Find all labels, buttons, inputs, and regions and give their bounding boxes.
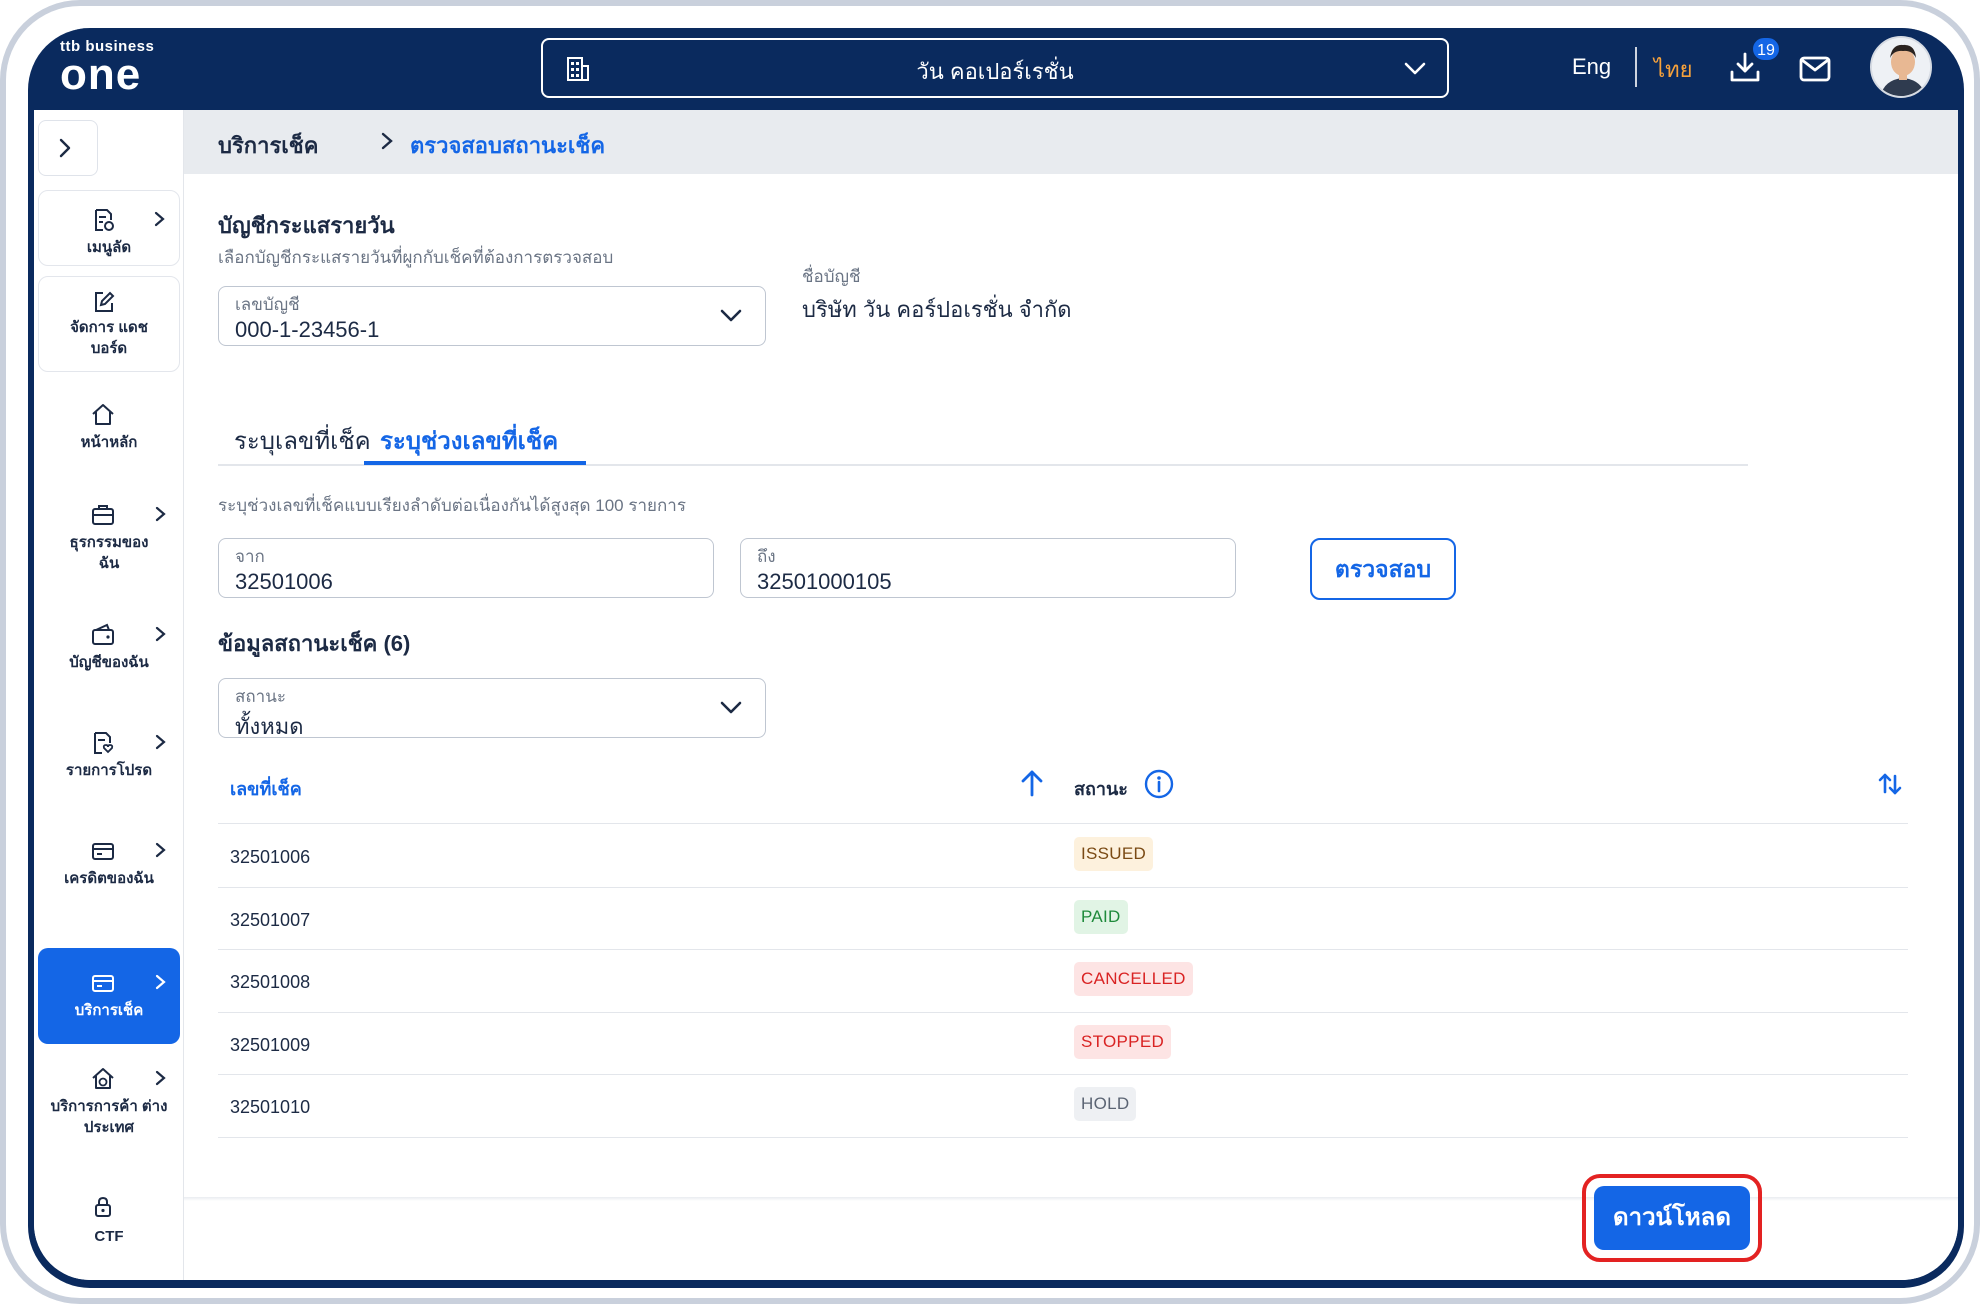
account-number-select[interactable]: เลขบัญชี 000-1-23456-1	[218, 286, 766, 346]
sidebar-expand-button[interactable]	[38, 120, 98, 176]
active-tab-indicator	[364, 461, 586, 465]
sidebar-item-my-transactions[interactable]: ธุรกรรมของ ฉัน	[38, 492, 180, 592]
sidebar-item-home[interactable]: หน้าหลัก	[38, 396, 180, 468]
top-bar: ttb business one วัน คอเปอร์เรชั่น Eng ไ	[34, 28, 1958, 110]
info-icon[interactable]	[1143, 768, 1175, 800]
chevron-down-icon	[720, 309, 742, 322]
chevron-right-icon	[155, 974, 166, 990]
cheque-number: 32501010	[230, 1097, 311, 1117]
table-row[interactable]: 32501007 PAID	[218, 888, 1908, 950]
download-count-badge: 19	[1751, 36, 1781, 62]
company-selector[interactable]: วัน คอเปอร์เรชั่น	[541, 38, 1449, 98]
sidebar-item-shortcut-menu[interactable]: เมนูลัด	[38, 190, 180, 266]
account-name-value: บริษัท วัน คอร์ปอเรชั่น จำกัด	[802, 297, 1072, 322]
verify-button[interactable]: ตรวจสอบ	[1310, 538, 1456, 600]
arrow-up-icon[interactable]	[1018, 768, 1046, 798]
download-button[interactable]: ดาวน์โหลด	[1594, 1186, 1750, 1250]
sidebar: เมนูลัด จัดการ แดชบอร์ด หน้าหลัก ธุรกรรม…	[34, 110, 184, 1280]
device-frame: ttb business one วัน คอเปอร์เรชั่น Eng ไ	[0, 0, 1980, 1304]
screen-bezel: ttb business one วัน คอเปอร์เรชั่น Eng ไ	[28, 28, 1964, 1288]
sort-icon[interactable]	[1876, 772, 1904, 796]
language-english[interactable]: Eng	[1572, 54, 1611, 80]
cheque-number: 32501008	[230, 972, 311, 992]
main-content: บริการเช็ค ตรวจสอบสถานะเช็ค บัญชีกระแสรา…	[184, 110, 1958, 1280]
company-name: วัน คอเปอร์เรชั่น	[916, 59, 1074, 84]
chevron-right-icon	[381, 132, 393, 150]
status-badge: STOPPED	[1074, 1024, 1172, 1059]
chevron-right-icon	[154, 211, 165, 227]
breadcrumb: บริการเช็ค ตรวจสอบสถานะเช็ค	[184, 110, 1958, 174]
tab-cheque-range[interactable]: ระบุช่วงเลขที่เช็ค	[380, 421, 558, 460]
mail-icon[interactable]	[1798, 54, 1832, 84]
briefcase-icon	[92, 505, 114, 525]
edit-icon	[95, 291, 115, 312]
status-badge: ISSUED	[1074, 837, 1154, 871]
chevron-right-icon	[155, 626, 166, 642]
user-avatar[interactable]	[1870, 36, 1932, 98]
ttb-business-one-logo[interactable]: ttb business one	[60, 38, 154, 97]
chevron-down-icon	[720, 701, 742, 714]
table-row[interactable]: 32501008 CANCELLED	[218, 950, 1908, 1013]
tab-cheque-number[interactable]: ระบุเลขที่เช็ค	[234, 421, 371, 460]
chevron-down-icon	[1404, 62, 1426, 75]
home-icon	[92, 404, 114, 425]
breadcrumb-current: ตรวจสอบสถานะเช็ค	[410, 133, 606, 158]
language-thai[interactable]: ไทย	[1654, 52, 1692, 87]
sidebar-item-favorites[interactable]: รายการโปรด	[38, 720, 180, 800]
chevron-right-icon	[155, 1070, 166, 1086]
account-name-label: ชื่อบัญชี	[802, 267, 861, 286]
chevron-right-icon	[155, 506, 166, 522]
range-hint: ระบุช่วงเลขที่เช็คแบบเรียงลำดับต่อเนื่อง…	[218, 496, 686, 515]
table-row[interactable]: 32501010 HOLD	[218, 1075, 1908, 1138]
status-badge: HOLD	[1074, 1087, 1137, 1121]
table-row[interactable]: 32501009 STOPPED	[218, 1013, 1908, 1075]
document-shortcut-icon	[95, 209, 114, 231]
wallet-icon	[92, 623, 114, 645]
chevron-right-icon	[155, 734, 166, 750]
column-header-cheque-number[interactable]: เลขที่เช็ค	[230, 774, 302, 803]
chevron-right-icon	[155, 842, 166, 858]
trade-icon	[92, 1068, 114, 1089]
range-from-input[interactable]: จาก 32501006	[218, 538, 714, 598]
table-row[interactable]: 32501006 ISSUED	[218, 825, 1908, 888]
account-section-title: บัญชีกระแสรายวัน	[218, 213, 395, 238]
app-screen: ttb business one วัน คอเปอร์เรชั่น Eng ไ	[34, 28, 1958, 1280]
sidebar-item-my-credit[interactable]: เครดิตของฉัน	[38, 830, 180, 910]
language-divider	[1635, 47, 1637, 87]
range-to-input[interactable]: ถึง 32501000105	[740, 538, 1236, 598]
cheque-number: 32501009	[230, 1034, 311, 1055]
breadcrumb-parent[interactable]: บริการเช็ค	[218, 128, 318, 163]
avatar-image	[1872, 38, 1930, 96]
status-filter-select[interactable]: สถานะ ทั้งหมด	[218, 678, 766, 739]
chevron-right-icon	[59, 138, 71, 158]
sidebar-item-international-trade[interactable]: บริการการค้า ต่างประเทศ	[38, 1060, 180, 1160]
cheque-number: 32501006	[230, 847, 311, 867]
sidebar-item-ctf[interactable]: CTF	[38, 1190, 180, 1256]
credit-card-icon	[92, 843, 114, 860]
status-badge: PAID	[1074, 899, 1128, 934]
status-badge: CANCELLED	[1074, 962, 1193, 996]
cheque-number: 32501007	[230, 909, 311, 930]
column-header-status[interactable]: สถานะ	[1074, 774, 1128, 803]
cheque-icon	[92, 975, 114, 992]
account-section-subtitle: เลือกบัญชีกระแสรายวันที่ผูกกับเช็คที่ต้อ…	[218, 248, 614, 267]
sidebar-item-manage-dashboard[interactable]: จัดการ แดชบอร์ด	[38, 276, 180, 372]
table-header: เลขที่เช็ค สถานะ	[218, 750, 1908, 824]
sidebar-item-my-accounts[interactable]: บัญชีของฉัน	[38, 610, 180, 690]
favorite-list-icon	[94, 732, 114, 754]
status-section-title: ข้อมูลสถานะเช็ค (6)	[218, 631, 411, 656]
lock-icon	[95, 1196, 111, 1217]
sidebar-item-cheque-service[interactable]: บริการเช็ค	[38, 948, 180, 1044]
